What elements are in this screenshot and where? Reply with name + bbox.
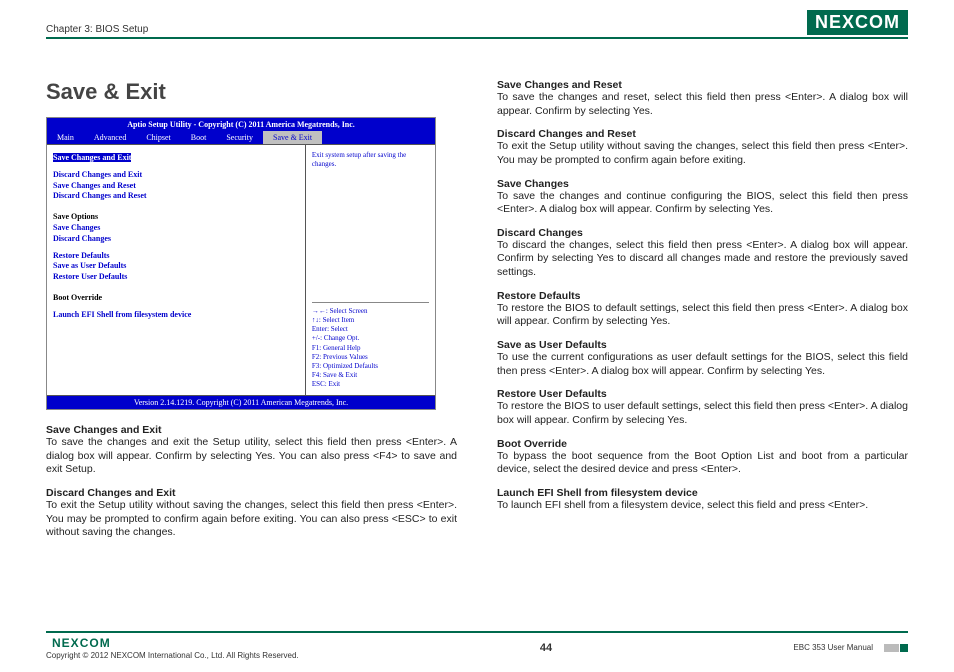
desc-head: Restore User Defaults [497, 388, 908, 400]
bios-key-hint: ESC: Exit [312, 380, 429, 389]
footer-logo: NEXCOM [46, 635, 299, 651]
manual-name: EBC 353 User Manual [793, 643, 873, 652]
bios-key-hint: +/-: Change Opt. [312, 334, 429, 343]
right-column: Save Changes and Reset To save the chang… [497, 79, 908, 540]
desc-head: Save Changes and Reset [497, 79, 908, 91]
bios-item[interactable]: Discard Changes [53, 234, 299, 245]
bios-item[interactable]: Save as User Defaults [53, 261, 299, 272]
page-number: 44 [540, 642, 552, 654]
bios-key-hint: F3: Optimized Defaults [312, 362, 429, 371]
desc-head: Discard Changes and Exit [46, 487, 457, 499]
desc-body: To save the changes and continue configu… [497, 190, 908, 217]
bios-titlebar: Aptio Setup Utility - Copyright (C) 2011… [47, 118, 435, 131]
desc-body: To exit the Setup utility without saving… [497, 140, 908, 167]
bios-item[interactable]: Launch EFI Shell from filesystem device [53, 310, 299, 321]
bios-keys: →←: Select Screen ↑↓: Select Item Enter:… [312, 302, 429, 389]
bios-tab-security[interactable]: Security [216, 131, 263, 144]
bios-left-pane: Save Changes and Exit Discard Changes an… [47, 145, 306, 395]
desc-body: To launch EFI shell from a filesystem de… [497, 499, 908, 513]
bios-item[interactable]: Save Changes [53, 223, 299, 234]
bios-tab-save-exit[interactable]: Save & Exit [263, 131, 322, 144]
bios-key-hint: F4: Save & Exit [312, 371, 429, 380]
desc-head: Launch EFI Shell from filesystem device [497, 487, 908, 499]
bios-item[interactable]: Restore Defaults [53, 251, 299, 262]
desc-head: Restore Defaults [497, 290, 908, 302]
desc-body: To save the changes and reset, select th… [497, 91, 908, 118]
page-footer: NEXCOM Copyright © 2012 NEXCOM Internati… [46, 631, 908, 660]
bios-item[interactable]: Restore User Defaults [53, 272, 299, 283]
bios-screenshot: Aptio Setup Utility - Copyright (C) 2011… [46, 117, 436, 410]
bios-key-hint: F2: Previous Values [312, 353, 429, 362]
left-column: Save & Exit Aptio Setup Utility - Copyri… [46, 79, 457, 540]
desc-body: To exit the Setup utility without saving… [46, 499, 457, 540]
bios-item[interactable]: Save Changes and Reset [53, 181, 299, 192]
footer-decoration [883, 644, 908, 652]
chapter-title: Chapter 3: BIOS Setup [46, 24, 148, 35]
bios-item[interactable]: Discard Changes and Exit [53, 170, 299, 181]
bios-right-pane: Exit system setup after saving the chang… [306, 145, 435, 395]
desc-head: Save Changes and Exit [46, 424, 457, 436]
desc-head: Discard Changes [497, 227, 908, 239]
desc-head: Discard Changes and Reset [497, 128, 908, 140]
bios-key-hint: →←: Select Screen [312, 307, 429, 316]
bios-help-text: Exit system setup after saving the chang… [312, 151, 429, 169]
desc-body: To restore the BIOS to user default sett… [497, 400, 908, 427]
bios-footerbar: Version 2.14.1219. Copyright (C) 2011 Am… [47, 396, 435, 409]
desc-head: Boot Override [497, 438, 908, 450]
desc-body: To use the current configurations as use… [497, 351, 908, 378]
bios-tab-boot[interactable]: Boot [181, 131, 217, 144]
desc-body: To discard the changes, select this fiel… [497, 239, 908, 280]
desc-body: To bypass the boot sequence from the Boo… [497, 450, 908, 477]
bios-item[interactable]: Save Changes and Exit [53, 153, 131, 162]
desc-head: Save Changes [497, 178, 908, 190]
desc-body: To save the changes and exit the Setup u… [46, 436, 457, 477]
bios-key-hint: F1: General Help [312, 344, 429, 353]
bios-tab-advanced[interactable]: Advanced [84, 131, 136, 144]
bios-group-head: Boot Override [53, 293, 299, 304]
bios-group-head: Save Options [53, 212, 299, 223]
bios-key-hint: ↑↓: Select Item [312, 316, 429, 325]
section-title: Save & Exit [46, 79, 457, 105]
bios-tab-main[interactable]: Main [47, 131, 84, 144]
desc-head: Save as User Defaults [497, 339, 908, 351]
bios-tab-chipset[interactable]: Chipset [136, 131, 180, 144]
bios-tabs: Main Advanced Chipset Boot Security Save… [47, 131, 435, 144]
brand-logo: NEXCOM [807, 10, 908, 35]
desc-body: To restore the BIOS to default settings,… [497, 302, 908, 329]
page-header: Chapter 3: BIOS Setup NEXCOM [46, 10, 908, 39]
copyright-text: Copyright © 2012 NEXCOM International Co… [46, 651, 299, 660]
bios-item[interactable]: Discard Changes and Reset [53, 191, 299, 202]
bios-key-hint: Enter: Select [312, 325, 429, 334]
